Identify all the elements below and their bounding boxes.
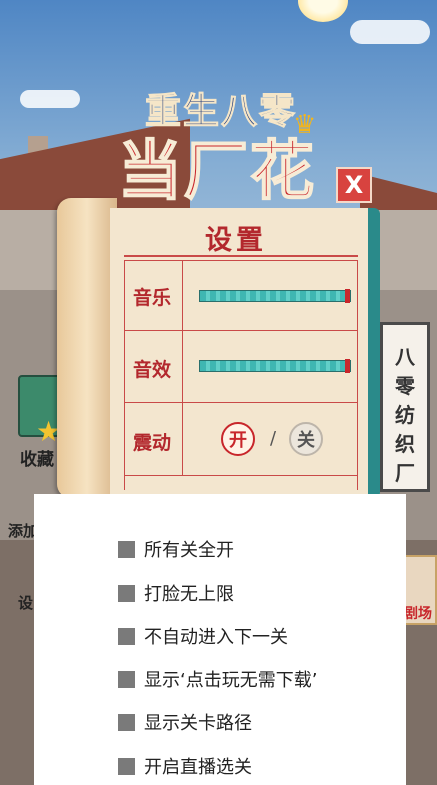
plaque-char: 厂 bbox=[395, 461, 415, 485]
factory-plaque: 八 零 纺 织 厂 bbox=[380, 322, 430, 492]
sfx-slider[interactable] bbox=[199, 359, 351, 373]
menu-item-show-level-path[interactable]: 显示关卡路径 bbox=[118, 709, 252, 735]
plaque-char: 纺 bbox=[395, 403, 415, 427]
music-slider[interactable] bbox=[199, 289, 351, 303]
vibrate-off-button[interactable]: 关 bbox=[289, 422, 323, 456]
menu-item-live-select[interactable]: 开启直播选关 bbox=[118, 753, 252, 779]
sfx-slider-fill bbox=[200, 361, 350, 371]
checkbox-icon bbox=[118, 627, 135, 645]
menu-item-label: 显示关卡路径 bbox=[144, 713, 252, 734]
divider bbox=[124, 475, 358, 476]
music-slider-knob[interactable] bbox=[345, 289, 350, 303]
menu-item-label: 显示‘点击玩无需下载’ bbox=[144, 670, 318, 691]
music-label: 音乐 bbox=[133, 287, 172, 309]
divider bbox=[124, 330, 358, 331]
checkbox-icon bbox=[118, 713, 135, 731]
scroll-roll bbox=[57, 198, 117, 498]
settings-title: 设置 bbox=[205, 225, 267, 256]
crown-icon: ♛ bbox=[293, 110, 317, 140]
menu-item-no-auto-next[interactable]: 不自动进入下一关 bbox=[118, 623, 288, 649]
checkbox-icon bbox=[118, 540, 135, 558]
vibrate-label: 震动 bbox=[133, 432, 172, 454]
cloud bbox=[20, 90, 80, 108]
scroll-edge-right bbox=[368, 208, 380, 498]
plaque-char: 织 bbox=[395, 432, 415, 456]
divider bbox=[124, 260, 125, 490]
game-title-main: 当厂花 bbox=[117, 133, 316, 210]
menu-item-label: 打脸无上限 bbox=[144, 584, 234, 605]
divider bbox=[124, 402, 358, 403]
settings-button[interactable]: 设 bbox=[18, 592, 33, 613]
sfx-label: 音效 bbox=[133, 359, 172, 381]
checkbox-icon bbox=[118, 670, 135, 688]
plaque-char: 零 bbox=[395, 374, 415, 398]
theater-label: 剧场 bbox=[404, 606, 432, 622]
favorite-button[interactable]: ★ 收藏 bbox=[18, 375, 62, 485]
vibrate-separator: / bbox=[270, 428, 277, 449]
menu-item-label: 所有关全开 bbox=[144, 540, 234, 561]
checkbox-icon bbox=[118, 757, 135, 775]
checkbox-icon bbox=[118, 584, 135, 602]
favorite-label: 收藏 bbox=[20, 450, 54, 470]
music-slider-fill bbox=[200, 291, 350, 301]
menu-item-unlock-all[interactable]: 所有关全开 bbox=[118, 536, 234, 562]
menu-item-label: 不自动进入下一关 bbox=[144, 627, 288, 648]
divider bbox=[357, 260, 358, 490]
menu-item-show-no-download[interactable]: 显示‘点击玩无需下载’ bbox=[118, 666, 317, 692]
vibrate-on-button[interactable]: 开 bbox=[221, 422, 255, 456]
menu-item-label: 开启直播选关 bbox=[144, 757, 252, 778]
divider bbox=[124, 260, 358, 261]
divider bbox=[124, 255, 358, 257]
close-button[interactable]: X bbox=[336, 167, 372, 203]
menu-item-unlimited[interactable]: 打脸无上限 bbox=[118, 580, 234, 606]
plaque-char: 八 bbox=[395, 345, 415, 369]
cloud bbox=[350, 20, 430, 44]
debug-menu: 所有关全开 打脸无上限 不自动进入下一关 显示‘点击玩无需下载’ 显示关卡路径 … bbox=[34, 494, 406, 785]
sfx-slider-knob[interactable] bbox=[345, 359, 350, 373]
divider bbox=[182, 260, 183, 475]
